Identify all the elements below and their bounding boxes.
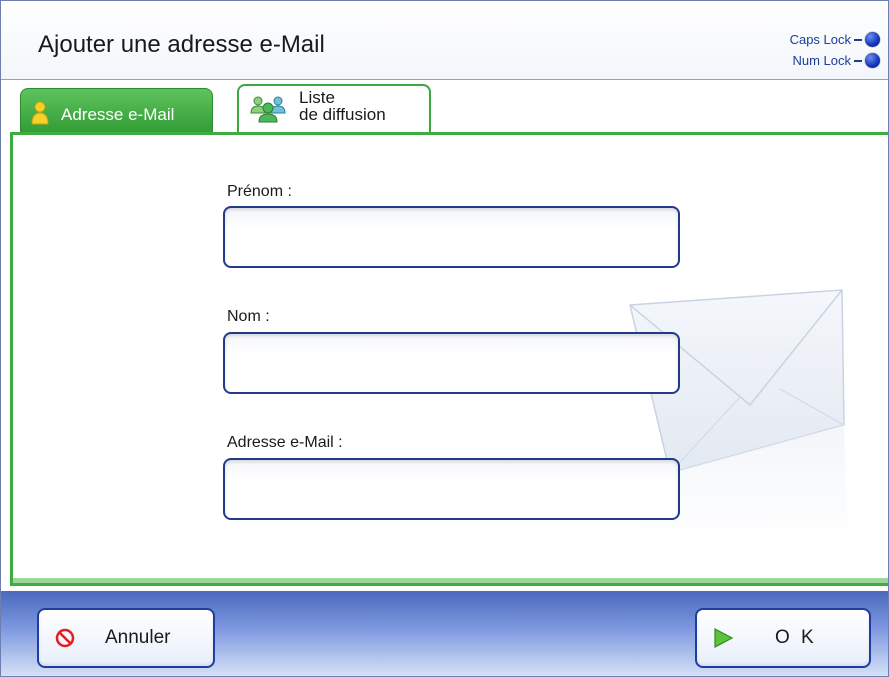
last-name-input[interactable] [223,332,680,394]
num-lock-label: Num Lock [792,53,851,68]
email-label: Adresse e-Mail : [227,434,343,451]
footer-bar: Annuler O K [1,591,888,676]
page-title: Ajouter une adresse e-Mail [38,31,325,58]
indicator-line [854,38,862,41]
form-panel: Prénom : Nom : Adresse e-Mail : [10,132,888,586]
caps-lock-label: Caps Lock [789,32,851,47]
ok-label: O K [775,627,817,648]
num-lock-led-icon [865,53,880,68]
indicator-line [854,59,862,62]
cancel-label: Annuler [105,627,171,648]
tab-label-line2: de diffusion [299,105,386,124]
tab-distribution-list[interactable]: Liste de diffusion [237,84,431,134]
caps-lock-led-icon [865,32,880,47]
group-icon [249,95,289,128]
last-name-label: Nom : [227,308,270,325]
tab-email-address[interactable]: Adresse e-Mail [20,88,213,135]
tab-bar: Adresse e-Mail Liste de diffusion [1,80,888,135]
tab-email-address-label: Adresse e-Mail [61,105,175,124]
cancel-icon [55,628,75,653]
play-arrow-icon [712,627,734,654]
email-input[interactable] [223,458,680,520]
num-lock-indicator: Num Lock [792,53,880,68]
caps-lock-indicator: Caps Lock [790,32,880,47]
window: Ajouter une adresse e-Mail Caps Lock Num… [0,0,889,677]
cancel-button[interactable]: Annuler [37,608,215,668]
header: Ajouter une adresse e-Mail Caps Lock Num… [1,1,888,80]
ok-button[interactable]: O K [695,608,871,668]
first-name-label: Prénom : [227,183,292,200]
first-name-input[interactable] [223,206,680,268]
tab-distribution-list-label: Liste de diffusion [299,89,386,123]
person-icon [30,101,50,130]
